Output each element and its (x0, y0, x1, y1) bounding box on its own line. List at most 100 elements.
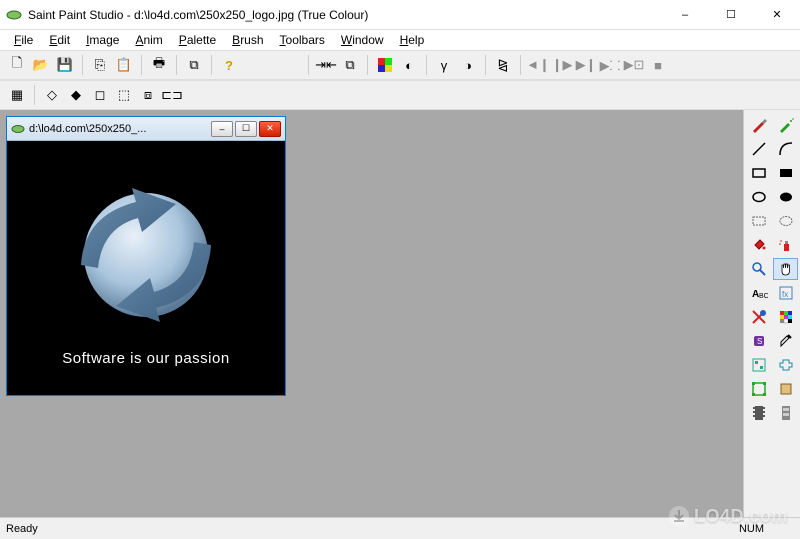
menu-palette[interactable]: Palette (171, 31, 224, 49)
erase-color-icon[interactable] (746, 306, 771, 328)
resize-button[interactable]: ⧈ (137, 84, 159, 106)
zoom-icon[interactable] (746, 258, 771, 280)
separator (520, 55, 521, 75)
menu-anim[interactable]: Anim (127, 31, 170, 49)
child-maximize-button[interactable]: ☐ (235, 121, 257, 137)
menu-toolbars[interactable]: Toolbars (272, 31, 333, 49)
separator (211, 55, 212, 75)
workspace: d:\lo4d.com\250x250_... – ☐ ✕ (0, 110, 743, 517)
separator (34, 85, 35, 105)
child-minimize-button[interactable]: – (211, 121, 233, 137)
tile-button[interactable]: ⧉ (339, 54, 361, 76)
fill-icon[interactable] (746, 234, 771, 256)
crop-button[interactable]: ⊏⊐ (161, 84, 183, 106)
contrast-button[interactable]: ◐ (398, 54, 420, 76)
stamp-icon[interactable]: S (746, 330, 771, 352)
svg-text:fx: fx (782, 290, 788, 299)
svg-text:S: S (757, 337, 762, 346)
statusbar: Ready NUM (0, 517, 800, 539)
new-button[interactable]: 🗋 (6, 54, 28, 76)
invert-button[interactable]: ◑ (457, 54, 479, 76)
menu-edit[interactable]: Edit (41, 31, 78, 49)
color-grid-icon[interactable] (773, 306, 798, 328)
toolbar-secondary: ▦ ◇ ◆ ◻ ⬚ ⧈ ⊏⊐ (0, 80, 800, 110)
help-button[interactable]: ? (218, 54, 240, 76)
flip-v-button[interactable]: ⬚ (113, 84, 135, 106)
menubar: File Edit Image Anim Palette Brush Toolb… (0, 30, 800, 50)
curve-icon[interactable] (773, 138, 798, 160)
toolbar-main: 🗋 📂 💾 ⎘ 📋 🖶 ⧉ ? ⇥⇤ ⧉ ◐ γ ◑ ⧎ ◄❙ ❙▶ ▶❙ ▶⸬… (0, 50, 800, 80)
titlebar: Saint Paint Studio - d:\lo4d.com\250x250… (0, 0, 800, 30)
colors-button[interactable] (374, 54, 396, 76)
rectangle-icon[interactable] (746, 162, 771, 184)
text-icon[interactable]: ABC (746, 282, 771, 304)
anim-stop-button[interactable]: ■ (647, 54, 669, 76)
child-close-button[interactable]: ✕ (259, 121, 281, 137)
flip-h-button[interactable]: ◻ (89, 84, 111, 106)
menu-brush[interactable]: Brush (224, 31, 271, 49)
logo-image (36, 170, 256, 350)
menu-file[interactable]: File (6, 31, 41, 49)
window-title: Saint Paint Studio - d:\lo4d.com\250x250… (28, 8, 662, 22)
app-icon (6, 7, 22, 23)
film2-icon[interactable] (773, 402, 798, 424)
menu-image[interactable]: Image (78, 31, 127, 49)
status-ready: Ready (6, 523, 709, 535)
crop-icon[interactable] (773, 378, 798, 400)
paste-button[interactable]: 📋 (113, 54, 135, 76)
separator (426, 55, 427, 75)
line-icon[interactable] (746, 138, 771, 160)
anim-last-button[interactable]: ▶⸬ (599, 54, 621, 76)
layers-button[interactable]: ⧎ (492, 54, 514, 76)
separator (367, 55, 368, 75)
separator (308, 55, 309, 75)
child-controls: – ☐ ✕ (211, 121, 285, 137)
fx-icon[interactable]: fx (773, 282, 798, 304)
logo-caption: Software is our passion (62, 350, 229, 367)
paintbrush-icon[interactable] (746, 114, 771, 136)
pattern-icon[interactable] (746, 354, 771, 376)
save-button[interactable]: 💾 (54, 54, 76, 76)
clone-button[interactable]: ⧉ (183, 54, 205, 76)
anim-first-button[interactable]: ◄❙ (527, 54, 549, 76)
anim-next-button[interactable]: ▶❙ (575, 54, 597, 76)
select-rect-icon[interactable] (746, 210, 771, 232)
fit-button[interactable]: ⇥⇤ (315, 54, 337, 76)
picker-icon[interactable] (773, 330, 798, 352)
print-button[interactable]: 🖶 (148, 54, 170, 76)
plugin-icon[interactable] (773, 354, 798, 376)
close-button[interactable]: ✕ (754, 0, 800, 29)
region-icon[interactable] (746, 378, 771, 400)
ellipse-icon[interactable] (746, 186, 771, 208)
anim-play-button[interactable]: ▶⊡ (623, 54, 645, 76)
grid-button[interactable]: ▦ (6, 84, 28, 106)
filled-ellipse-icon[interactable] (773, 186, 798, 208)
separator (141, 55, 142, 75)
hand-icon[interactable] (773, 258, 798, 280)
gamma-button[interactable]: γ (433, 54, 455, 76)
copy-button[interactable]: ⎘ (89, 54, 111, 76)
status-num: NUM (709, 523, 794, 535)
window-controls: – ☐ ✕ (662, 0, 800, 29)
rotate-cw-button[interactable]: ◆ (65, 84, 87, 106)
filled-rectangle-icon[interactable] (773, 162, 798, 184)
separator (485, 55, 486, 75)
spray-icon[interactable] (773, 234, 798, 256)
child-titlebar[interactable]: d:\lo4d.com\250x250_... – ☐ ✕ (7, 117, 285, 141)
open-button[interactable]: 📂 (30, 54, 52, 76)
anim-prev-button[interactable]: ❙▶ (551, 54, 573, 76)
child-title: d:\lo4d.com\250x250_... (29, 123, 211, 135)
film-icon[interactable] (746, 402, 771, 424)
canvas[interactable]: Software is our passion (7, 141, 285, 395)
minimize-button[interactable]: – (662, 0, 708, 29)
separator (82, 55, 83, 75)
svg-text:BC: BC (759, 293, 768, 300)
rotate-ccw-button[interactable]: ◇ (41, 84, 63, 106)
airbrush-icon[interactable] (773, 114, 798, 136)
menu-help[interactable]: Help (392, 31, 433, 49)
maximize-button[interactable]: ☐ (708, 0, 754, 29)
menu-window[interactable]: Window (333, 31, 392, 49)
select-ellipse-icon[interactable] (773, 210, 798, 232)
tool-panel: ABC fx S (743, 110, 800, 517)
child-window[interactable]: d:\lo4d.com\250x250_... – ☐ ✕ (6, 116, 286, 396)
